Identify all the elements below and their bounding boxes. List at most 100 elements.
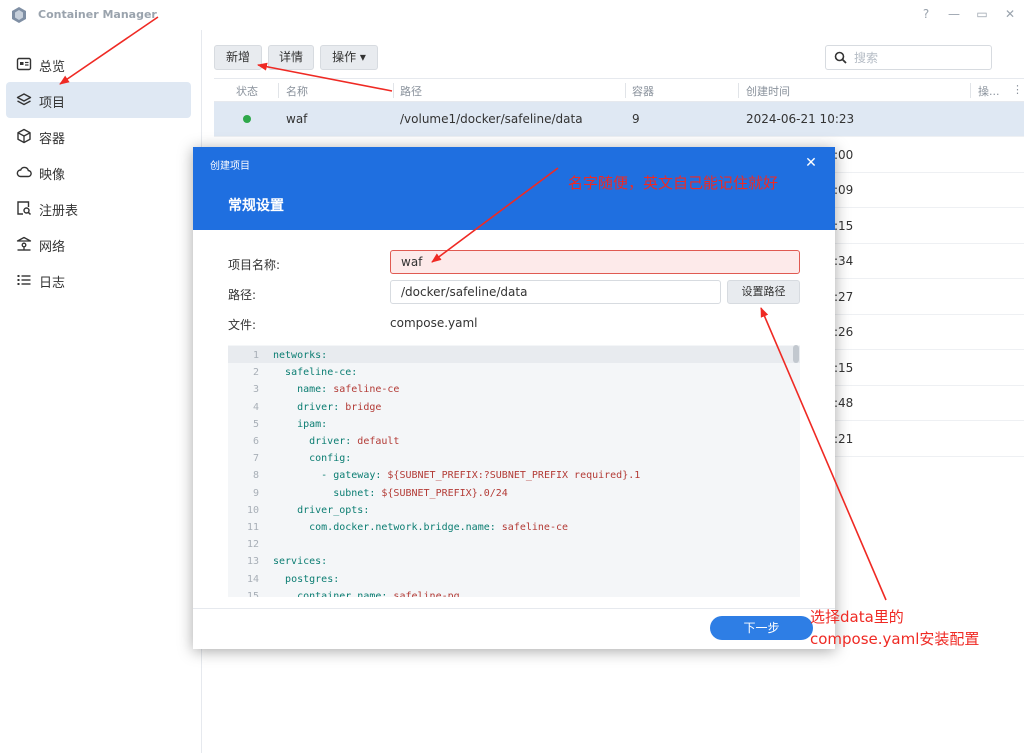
line-number: 7 <box>252 453 259 465</box>
details-button[interactable]: 详情 <box>268 45 314 70</box>
create-project-dialog: 创建项目 ✕ 常规设置 项目名称: 路径: 设置路径 文件: compose.y… <box>193 147 835 649</box>
editor-scrollbar[interactable] <box>793 345 799 363</box>
column-divider <box>278 83 279 98</box>
code-key: driver: <box>309 436 358 447</box>
sidebar-item-label: 网络 <box>39 240 66 255</box>
dialog-step-title: 常规设置 <box>228 198 284 214</box>
column-header-containers[interactable]: 容器 <box>632 83 654 99</box>
sidebar-item-logs[interactable]: 日志 <box>6 262 191 298</box>
project-name-input[interactable] <box>390 250 800 274</box>
code-text: driver_opts: <box>273 502 369 519</box>
code-value: safeline-ce <box>501 522 569 533</box>
title-bar: Container Manager ? — ▭ ✕ <box>0 0 1024 30</box>
code-line: 12 <box>228 536 788 553</box>
code-text: safeline-ce: <box>273 364 357 381</box>
annotation-file-hint-2: compose.yaml安装配置 <box>810 630 980 648</box>
line-number: 6 <box>252 436 259 447</box>
line-number: 11 <box>246 522 259 533</box>
sidebar-item-projects[interactable]: 项目 <box>6 82 191 118</box>
action-dropdown-button[interactable]: 操作 ▾ <box>320 45 378 70</box>
dialog-footer-divider <box>193 608 835 609</box>
line-number: 2 <box>252 367 259 379</box>
row-created-partial: :27 <box>834 290 854 304</box>
row-created-partial: :00 <box>834 148 854 162</box>
column-header-status[interactable]: 状态 <box>236 83 258 99</box>
code-line: 5 ipam: <box>228 416 788 433</box>
code-value: bridge <box>345 401 382 413</box>
sidebar-item-registry[interactable]: 注册表 <box>6 190 191 226</box>
line-number: 3 <box>252 384 259 396</box>
row-created-partial: :21 <box>834 432 854 446</box>
code-key: networks: <box>273 350 328 361</box>
code-line: 6 driver: default <box>228 433 788 450</box>
sidebar: 总览 项目 容器 映像 注册表 网络 日志 <box>0 30 202 753</box>
search-icon <box>834 51 847 64</box>
column-header-path[interactable]: 路径 <box>400 83 422 99</box>
column-menu-icon[interactable]: ⋮ <box>1012 83 1023 96</box>
search-box[interactable] <box>825 45 992 70</box>
line-number: 8 <box>252 470 259 482</box>
path-input[interactable] <box>390 280 721 304</box>
line-number: 9 <box>252 487 259 499</box>
code-line: 8 - gateway: ${SUBNET_PREFIX:?SUBNET_PRE… <box>228 467 788 484</box>
help-icon[interactable]: ? <box>918 6 934 22</box>
line-number: 13 <box>246 556 259 568</box>
file-label: 文件: <box>228 318 257 332</box>
list-icon <box>17 275 31 285</box>
sidebar-item-images[interactable]: 映像 <box>6 154 191 190</box>
sidebar-item-network[interactable]: 网络 <box>6 226 191 262</box>
row-created-partial: :15 <box>834 219 854 233</box>
row-created: 2024-06-21 10:23 <box>746 112 855 126</box>
code-key: postgres: <box>285 573 340 585</box>
column-header-created[interactable]: 创建时间 <box>746 83 790 99</box>
compose-code-editor[interactable]: 1 networks: 2 safeline-ce: 3 name: safeline… <box>228 345 800 597</box>
next-button[interactable]: 下一步 <box>710 616 813 640</box>
cube-icon <box>17 128 31 144</box>
code-key: ipam: <box>297 418 328 430</box>
search-input[interactable] <box>854 48 984 67</box>
new-button[interactable]: 新增 <box>214 45 262 70</box>
line-number: 4 <box>252 401 259 413</box>
row-name: waf <box>286 112 308 126</box>
code-key: driver: <box>297 401 346 413</box>
table-row[interactable]: waf /volume1/docker/safeline/data 9 2024… <box>214 102 1024 137</box>
sidebar-item-overview[interactable]: 总览 <box>6 46 191 82</box>
sidebar-item-label: 映像 <box>39 168 66 183</box>
column-header-actions[interactable]: 操... <box>978 83 1000 99</box>
sidebar-item-label: 项目 <box>39 96 66 111</box>
row-created-partial: :09 <box>834 183 854 197</box>
row-created-partial: :48 <box>834 396 854 410</box>
code-text: ipam: <box>273 416 327 433</box>
line-number: 1 <box>252 350 259 361</box>
code-line: 15 container_name: safeline-pg <box>228 588 788 597</box>
code-line: 3 name: safeline-ce <box>228 381 788 398</box>
close-window-icon[interactable]: ✕ <box>1002 6 1018 22</box>
set-path-button[interactable]: 设置路径 <box>727 280 800 304</box>
code-text: networks: <box>273 347 327 364</box>
column-header-name[interactable]: 名称 <box>286 83 308 99</box>
maximize-icon[interactable]: ▭ <box>974 6 990 22</box>
path-label: 路径: <box>228 288 257 302</box>
code-key: services: <box>273 556 328 568</box>
sidebar-item-label: 注册表 <box>39 204 79 219</box>
sidebar-item-containers[interactable]: 容器 <box>6 118 191 154</box>
column-divider <box>625 83 626 98</box>
code-value: ${SUBNET_PREFIX:?SUBNET_PREFIX required}… <box>387 470 641 482</box>
close-icon[interactable]: ✕ <box>803 155 819 171</box>
sidebar-item-label: 日志 <box>39 276 66 291</box>
code-text: com.docker.network.bridge.name: safeline… <box>273 519 568 536</box>
code-line: 13 services: <box>228 553 788 570</box>
minimize-icon[interactable]: — <box>946 6 962 22</box>
row-created-partial: :15 <box>834 361 854 375</box>
line-number: 10 <box>246 504 259 516</box>
code-text: subnet: ${SUBNET_PREFIX}.0/24 <box>273 485 508 502</box>
dashboard-icon <box>16 57 32 71</box>
code-value: default <box>357 436 400 447</box>
project-name-label: 项目名称: <box>228 258 281 272</box>
app-title: Container Manager <box>38 8 157 21</box>
